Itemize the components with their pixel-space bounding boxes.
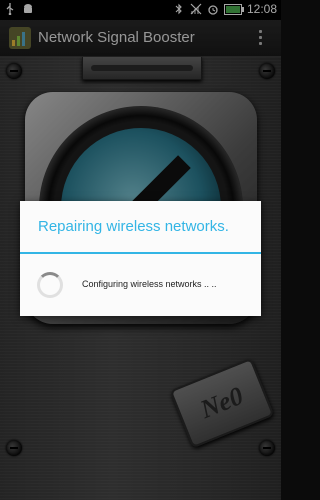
dialog-title: Repairing wireless networks.: [38, 218, 229, 235]
progress-dialog: Repairing wireless networks. Configuring…: [20, 201, 261, 316]
dialog-message: Configuring wireless networks .. ..: [82, 279, 217, 289]
progress-spinner-icon: [37, 272, 63, 298]
dialog-divider: [20, 252, 261, 254]
